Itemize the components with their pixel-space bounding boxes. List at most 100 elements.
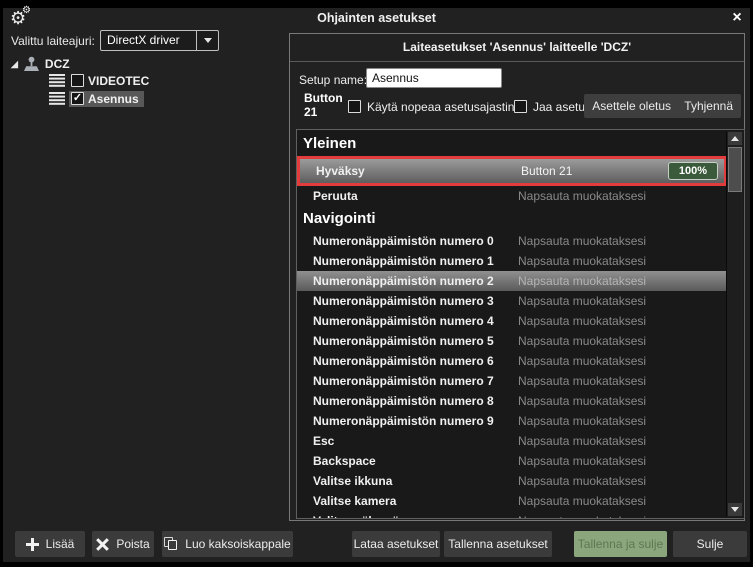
list-item[interactable]: Hyväksy Button 21 100% — [300, 159, 724, 183]
binding-value: Napsauta muokataksesi — [518, 494, 647, 508]
binding-value: Napsauta muokataksesi — [518, 314, 647, 328]
device-settings-panel: Laiteasetukset 'Asennus' laitteelle 'DCZ… — [289, 33, 745, 521]
list-item[interactable]: Numeronäppäimistön numero 9 Napsauta muo… — [297, 411, 727, 431]
action-label: Numeronäppäimistön numero 5 — [313, 334, 494, 348]
action-label: Numeronäppäimistön numero 4 — [313, 314, 494, 328]
panel-header: Laiteasetukset 'Asennus' laitteelle 'DCZ… — [290, 34, 744, 62]
section-header: Navigointi — [303, 210, 376, 227]
binding-value: Napsauta muokataksesi — [518, 334, 647, 348]
tree-item-dcz[interactable]: ◢ DCZ — [11, 55, 70, 72]
setup-label: Asennus — [88, 91, 139, 106]
close-button[interactable]: Sulje — [673, 531, 747, 557]
setup-checkbox[interactable] — [71, 74, 84, 87]
controller-settings-window: { "window": { "title": "Ohjainten asetuk… — [0, 0, 753, 567]
load-settings-button[interactable]: Lataa asetukset — [352, 531, 440, 557]
section-header: Yleinen — [303, 135, 357, 152]
tree-expander-icon[interactable]: ◢ — [11, 59, 18, 69]
action-label: Numeronäppäimistön numero 0 — [313, 234, 494, 248]
chevron-down-icon — [203, 38, 212, 43]
plus-icon — [25, 537, 39, 551]
quick-timer-label: Käytä nopeaa asetusajastinta — [367, 100, 525, 114]
triangle-up-icon — [731, 136, 739, 141]
binding-value: Napsauta muokataksesi — [518, 474, 647, 488]
action-label: Peruuta — [313, 189, 358, 203]
list-item[interactable]: Numeronäppäimistön numero 6 Napsauta muo… — [297, 351, 727, 371]
list-item[interactable]: Valitse näkymä Napsauta muokataksesi — [297, 511, 727, 518]
binding-value: Napsauta muokataksesi — [518, 354, 647, 368]
intensity-badge: 100% — [667, 162, 718, 180]
apply-default-button[interactable]: Asettele oletus — [584, 94, 679, 118]
binding-value: Napsauta muokataksesi — [518, 189, 647, 203]
setup-list-icon — [49, 74, 65, 87]
action-label: Valitse näkymä — [313, 514, 399, 518]
tree-item-videotec[interactable]: VIDEOTEC — [49, 72, 154, 89]
setup-name-input[interactable] — [366, 68, 502, 88]
setup-checkbox[interactable] — [71, 92, 84, 105]
binding-value: Napsauta muokataksesi — [518, 514, 646, 518]
duplicate-icon — [164, 537, 178, 551]
duplicate-button-label: Luo kaksoiskappale — [185, 537, 291, 551]
list-item[interactable]: Peruuta Napsauta muokataksesi — [297, 186, 727, 206]
list-item[interactable]: Numeronäppäimistön numero 7 Napsauta muo… — [297, 371, 727, 391]
remove-button-label: Poista — [116, 537, 150, 551]
list-item[interactable]: Numeronäppäimistön numero 8 Napsauta muo… — [297, 391, 727, 411]
driver-dropdown[interactable]: DirectX driver — [100, 30, 219, 51]
binding-value: Napsauta muokataksesi — [518, 394, 647, 408]
driver-label: Valittu laiteajuri: — [11, 34, 95, 48]
list-item[interactable]: Numeronäppäimistön numero 1 Napsauta muo… — [297, 251, 727, 271]
driver-dropdown-value: DirectX driver — [107, 33, 180, 47]
button-number-cell: Button 21 — [304, 91, 343, 119]
triangle-down-icon — [731, 507, 739, 512]
action-label: Valitse ikkuna — [313, 474, 393, 488]
bindings-list: Yleinen Hyväksy Button 21 100% Peruuta N… — [296, 129, 745, 519]
window-title: Ohjainten asetukset — [317, 11, 436, 25]
save-and-close-button[interactable]: Tallenna ja sulje — [574, 531, 667, 557]
action-label: Numeronäppäimistön numero 9 — [313, 414, 494, 428]
scrollbar[interactable] — [726, 131, 743, 517]
list-item[interactable]: Backspace Napsauta muokataksesi — [297, 451, 727, 471]
remove-button[interactable]: Poista — [92, 531, 154, 557]
binding-value: Napsauta muokataksesi — [518, 434, 647, 448]
setup-list-icon — [49, 92, 65, 105]
action-label: Numeronäppäimistön numero 1 — [313, 254, 494, 268]
list-item[interactable]: Valitse ikkuna Napsauta muokataksesi — [297, 471, 727, 491]
action-label: Numeronäppäimistön numero 2 — [313, 274, 494, 288]
action-label: Numeronäppäimistön numero 3 — [313, 294, 494, 308]
binding-value: Napsauta muokataksesi — [518, 254, 647, 268]
clear-button[interactable]: Tyhjennä — [676, 94, 741, 118]
action-label: Numeronäppäimistön numero 6 — [313, 354, 494, 368]
binding-value: Napsauta muokataksesi — [518, 274, 647, 288]
scroll-down-button[interactable] — [728, 503, 742, 516]
list-item[interactable]: Numeronäppäimistön numero 0 Napsauta muo… — [297, 231, 727, 251]
bindings-list-content: Yleinen Hyväksy Button 21 100% Peruuta N… — [297, 131, 727, 518]
action-label: Backspace — [313, 454, 376, 468]
save-settings-button[interactable]: Tallenna asetukset — [444, 531, 552, 557]
dialog: ⚙ ⚙ Ohjainten asetukset × Valittu laiteaj… — [3, 6, 750, 562]
quick-timer-checkbox[interactable] — [348, 100, 361, 113]
list-item[interactable]: Numeronäppäimistön numero 4 Napsauta muo… — [297, 311, 727, 331]
duplicate-button[interactable]: Luo kaksoiskappale — [162, 531, 293, 557]
action-label: Esc — [313, 434, 335, 448]
binding-value: Napsauta muokataksesi — [518, 414, 647, 428]
dropdown-arrow-button[interactable] — [196, 31, 218, 50]
list-item[interactable]: Numeronäppäimistön numero 2 Napsauta muo… — [297, 271, 727, 291]
binding-value: Napsauta muokataksesi — [518, 374, 647, 388]
binding-value: Button 21 — [521, 164, 573, 178]
list-item[interactable]: Valitse kamera Napsauta muokataksesi — [297, 491, 727, 511]
binding-value: Napsauta muokataksesi — [518, 234, 647, 248]
x-icon — [96, 538, 109, 551]
list-item[interactable]: Esc Napsauta muokataksesi — [297, 431, 727, 451]
close-icon[interactable]: × — [726, 8, 748, 28]
share-settings-checkbox[interactable] — [514, 100, 527, 113]
add-button[interactable]: Lisää — [15, 531, 85, 557]
setup-name-label: Setup name: — [299, 73, 368, 87]
scroll-up-button[interactable] — [728, 132, 742, 145]
joystick-icon — [23, 56, 39, 71]
add-button-label: Lisää — [45, 537, 75, 551]
scrollbar-thumb[interactable] — [728, 147, 742, 192]
list-item[interactable]: Numeronäppäimistön numero 3 Napsauta muo… — [297, 291, 727, 311]
tree-item-asennus[interactable]: Asennus — [49, 90, 154, 107]
tree-children: VIDEOTEC Asennus — [49, 72, 154, 108]
list-item[interactable]: Numeronäppäimistön numero 5 Napsauta muo… — [297, 331, 727, 351]
highlighted-binding-outline: Hyväksy Button 21 100% — [297, 156, 727, 186]
